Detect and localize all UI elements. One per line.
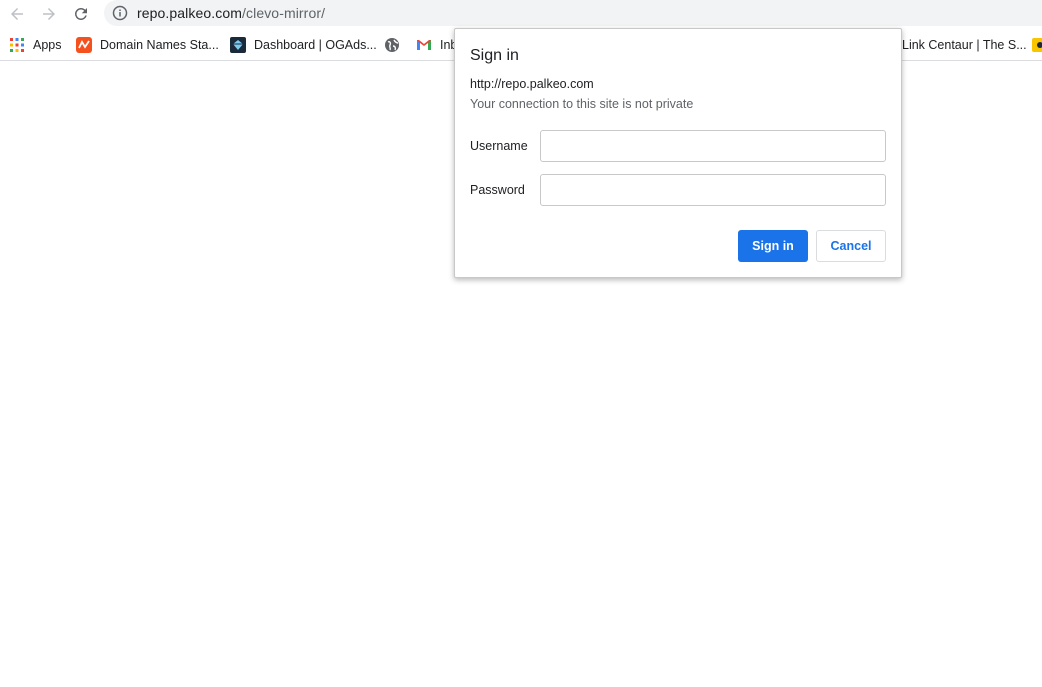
bookmark-domain-names[interactable]: Domain Names Sta...: [76, 36, 219, 54]
address-bar[interactable]: repo.palkeo.com/clevo-mirror/: [104, 0, 1042, 26]
globe-icon: [385, 38, 399, 52]
bookmark-apps[interactable]: Apps: [9, 36, 62, 54]
reload-icon: [74, 7, 87, 20]
cancel-button[interactable]: Cancel: [816, 230, 886, 262]
browser-toolbar: repo.palkeo.com/clevo-mirror/: [0, 0, 1042, 27]
ogads-favicon: [230, 37, 246, 53]
info-icon[interactable]: [112, 5, 128, 21]
domain-favicon: [76, 37, 92, 53]
password-input[interactable]: [540, 174, 886, 206]
arrow-right-icon: [43, 8, 55, 20]
apps-grid-icon: [10, 38, 24, 52]
bookmark-label: Dashboard | OGAds...: [254, 38, 377, 52]
bookmark-label: Link Centaur | The S...: [902, 38, 1027, 52]
bookmark-edge[interactable]: [1032, 36, 1042, 54]
dialog-title: Sign in: [470, 47, 519, 64]
username-input[interactable]: [540, 130, 886, 162]
edge-favicon: [1032, 38, 1042, 52]
bookmark-ogads-dashboard[interactable]: Dashboard | OGAds...: [230, 36, 377, 54]
bookmark-gmail[interactable]: Inb: [416, 36, 457, 54]
url-host: repo.palkeo.com: [137, 5, 243, 21]
sign-in-button[interactable]: Sign in: [738, 230, 808, 262]
bookmark-label: Apps: [33, 38, 62, 52]
forward-button[interactable]: [38, 3, 60, 25]
bookmark-label: Domain Names Sta...: [100, 38, 219, 52]
back-button[interactable]: [6, 3, 28, 25]
url-text[interactable]: repo.palkeo.com/clevo-mirror/: [137, 5, 325, 21]
reload-button[interactable]: [70, 3, 92, 25]
url-path: /clevo-mirror/: [242, 5, 326, 21]
username-label: Username: [470, 139, 528, 153]
sign-in-dialog: Sign in http://repo.palkeo.com Your conn…: [454, 28, 902, 278]
connection-warning: Your connection to this site is not priv…: [470, 97, 694, 111]
bookmark-globe[interactable]: [384, 36, 408, 54]
gmail-icon: [417, 40, 431, 50]
arrow-left-icon: [11, 8, 23, 20]
bookmark-link-centaur[interactable]: Link Centaur | The S...: [902, 36, 1027, 54]
dialog-origin: http://repo.palkeo.com: [470, 77, 594, 91]
password-label: Password: [470, 183, 525, 197]
